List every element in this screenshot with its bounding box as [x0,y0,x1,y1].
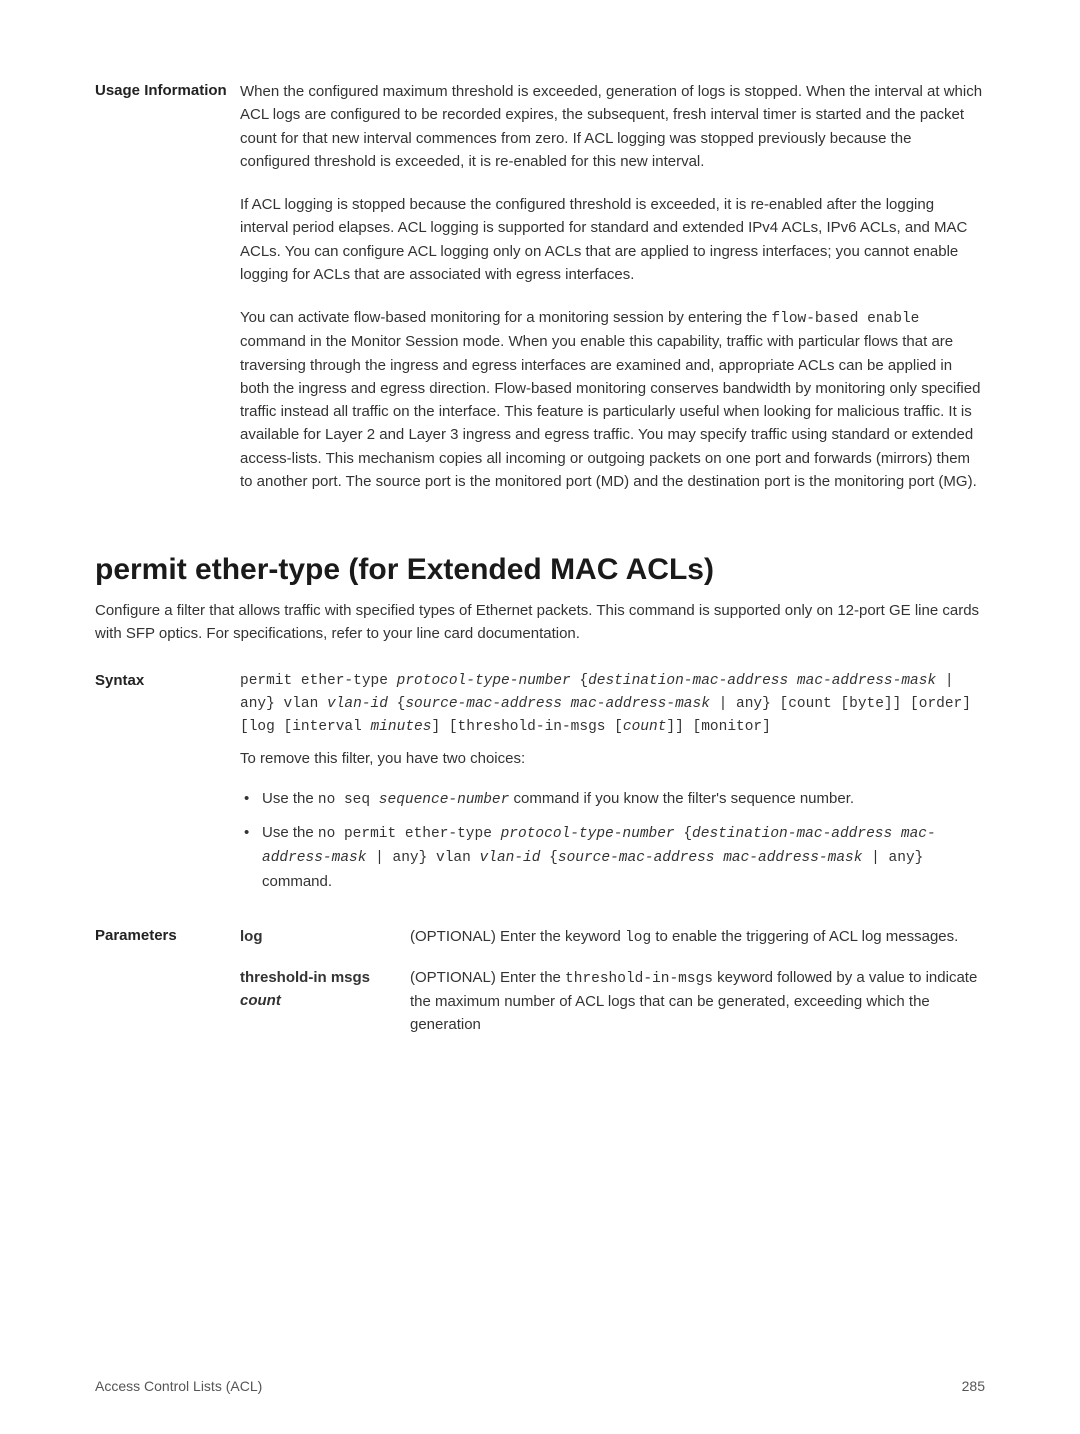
syntax-note: To remove this filter, you have two choi… [240,747,985,770]
param-threshold-desc: (OPTIONAL) Enter the threshold-in-msgs k… [410,966,985,1037]
syntax-bullets: Use the no seq sequence-number command i… [240,787,985,894]
param-threshold: threshold-in msgs count (OPTIONAL) Enter… [240,966,985,1037]
section-intro: Configure a filter that allows traffic w… [95,599,985,646]
param-log-name: log [240,925,410,949]
page-footer: Access Control Lists (ACL) 285 [95,1378,985,1394]
parameters-content: log (OPTIONAL) Enter the keyword log to … [240,925,985,1052]
parameters-section: Parameters log (OPTIONAL) Enter the keyw… [95,925,985,1052]
footer-left: Access Control Lists (ACL) [95,1378,262,1394]
syntax-content: permit ether-type protocol-type-number {… [240,670,985,903]
footer-page-number: 285 [962,1378,985,1394]
syntax-command: permit ether-type protocol-type-number {… [240,670,985,740]
syntax-bullet-1: Use the no seq sequence-number command i… [240,787,985,811]
usage-para-1: When the configured maximum threshold is… [240,80,985,173]
usage-label: Usage Information [95,80,240,493]
param-log-desc: (OPTIONAL) Enter the keyword log to enab… [410,925,985,949]
usage-information-section: Usage Information When the configured ma… [95,80,985,493]
section-heading: permit ether-type (for Extended MAC ACLs… [95,553,985,587]
syntax-section: Syntax permit ether-type protocol-type-n… [95,670,985,903]
usage-para-3: You can activate flow-based monitoring f… [240,306,985,493]
param-threshold-name: threshold-in msgs count [240,966,410,1037]
flow-based-enable-code: flow-based enable [771,311,919,327]
syntax-label: Syntax [95,670,240,903]
param-log: log (OPTIONAL) Enter the keyword log to … [240,925,985,949]
syntax-bullet-2: Use the no permit ether-type protocol-ty… [240,821,985,893]
parameters-label: Parameters [95,925,240,1052]
usage-para-2: If ACL logging is stopped because the co… [240,193,985,286]
usage-content: When the configured maximum threshold is… [240,80,985,493]
